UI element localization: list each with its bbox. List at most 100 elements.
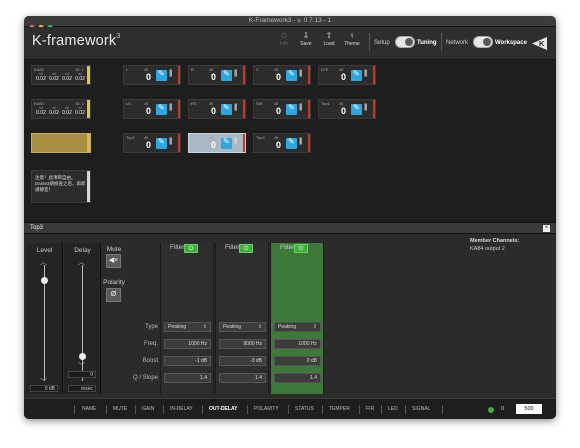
edit-icon[interactable] <box>286 137 297 149</box>
note-card[interactable]: 注意！此項目自由。Dante3請檢查之后，再新請靜室！ <box>31 170 91 203</box>
filter-q-field[interactable]: 1.4 <box>219 373 266 383</box>
member-channels-value: KA84 output 2 <box>470 246 505 252</box>
meter-icon: ||| <box>299 70 303 77</box>
tab-signal[interactable]: SIGNAL <box>412 406 430 412</box>
meter-icon: ||| <box>364 104 368 111</box>
tab-status[interactable]: STATUS <box>295 406 314 412</box>
save-button[interactable]: ⇩ Save <box>294 31 318 47</box>
tab-temper[interactable]: TEMPER <box>329 406 350 412</box>
setup-label: Setup <box>374 40 390 46</box>
power-icon[interactable]: ⏻ <box>184 244 198 253</box>
mute-icon[interactable]: ◀× <box>106 254 121 268</box>
edit-icon[interactable] <box>156 137 167 149</box>
note-text: 注意！此項目自由。Dante3請檢查之后，再新請靜室！ <box>35 175 86 192</box>
polarity-icon[interactable]: Ø <box>106 288 121 302</box>
channel-panel: Level ︿ ﹀ 0 dB Delay ︿ ﹀ 0 msec Mute ◀× … <box>24 233 556 398</box>
tab-mute[interactable]: MUTE <box>113 406 127 412</box>
edit-icon[interactable] <box>156 103 167 115</box>
row-label-q: Q / Slope <box>132 375 158 381</box>
tab-out-delay[interactable]: OUT-DELAY <box>209 406 237 412</box>
filter-type-select[interactable]: Peaking <box>164 322 211 332</box>
level-value[interactable]: 0 dB <box>30 385 58 392</box>
amplifier-card[interactable]: KA84 ID: 1 mI 0.02 mI 0.02 mI 0.02 mI 0.02 <box>31 65 91 85</box>
channel-tile[interactable]: RSdB0||| <box>188 99 246 119</box>
tab-in-delay[interactable]: IN-DELAY <box>170 406 193 412</box>
channel-tile[interactable]: LSdB0||| <box>123 99 181 119</box>
app-brand: K-framework3 <box>32 33 121 49</box>
edit-icon[interactable] <box>286 103 297 115</box>
channel-tile[interactable]: CdB0||| <box>253 65 311 85</box>
filter-type-select[interactable]: Peaking <box>274 322 321 332</box>
filter-band: Filter ⏻ Peaking 1000 Hz -1 dB 1.4 <box>160 243 214 394</box>
edit-icon[interactable] <box>351 69 362 81</box>
filter-boost-field[interactable]: 0 dB <box>274 356 321 366</box>
k-array-logo: K <box>532 37 547 50</box>
filter-type-select[interactable]: Peaking <box>219 322 266 332</box>
power-icon[interactable]: ⏻ <box>239 244 253 253</box>
meter-icon: ||| <box>234 138 238 145</box>
load-icon: ⇧ <box>325 31 333 40</box>
level-label: Level <box>36 247 53 254</box>
bulb-icon: ♀ <box>349 31 355 40</box>
filter-q-field[interactable]: 1.4 <box>164 373 211 383</box>
tab-polarity[interactable]: POLARITY <box>254 406 279 412</box>
panel-header: Top3 × <box>24 222 556 233</box>
chevron-down-icon[interactable]: ﹀ <box>78 361 85 371</box>
channel-tile[interactable]: LFEdB0||| <box>318 65 376 85</box>
channel-tile[interactable]: LdB0||| <box>123 65 181 85</box>
power-icon[interactable]: ⏻ <box>294 244 308 253</box>
workspace-label: Workspace <box>495 40 527 46</box>
meter-icon: ||| <box>364 70 368 77</box>
edit-icon[interactable] <box>221 103 232 115</box>
save-icon: ⇩ <box>302 31 310 40</box>
channel-tile[interactable]: Top2dB0||| <box>123 133 181 153</box>
amplifier-card-offline[interactable] <box>31 133 91 153</box>
app-window: K-Framework3 - v. 0.7.13 - 1 K-framework… <box>24 16 556 419</box>
filter-boost-field[interactable]: -3 dB <box>219 356 266 366</box>
ms-value-field[interactable]: 500 <box>516 404 542 414</box>
meter-icon: ||| <box>299 138 303 145</box>
filter-freq-field[interactable]: 9000 Hz <box>219 339 266 349</box>
toolbar-divider <box>369 33 370 51</box>
network-workspace-toggle[interactable] <box>473 36 493 48</box>
delay-value[interactable]: 0 <box>68 371 96 378</box>
tuning-label: Tuning <box>417 40 437 46</box>
window-title: K-Framework3 - v. 0.7.13 - 1 <box>248 17 332 24</box>
tab-led[interactable]: LED <box>388 406 398 412</box>
channel-tile[interactable]: RdB0||| <box>188 65 246 85</box>
filter-band-active: Filter ⏻ Peaking 1000 Hz 0 dB 1.4 <box>270 243 324 394</box>
tab-fir[interactable]: FIR <box>366 406 374 412</box>
theme-button[interactable]: ♀ Theme <box>340 31 364 47</box>
channel-tile-selected[interactable]: dB0||| <box>188 133 246 153</box>
load-button[interactable]: ⇧ Load <box>317 31 341 47</box>
edit-icon[interactable] <box>221 137 232 149</box>
meter-icon: ||| <box>234 70 238 77</box>
filter-freq-field[interactable]: 1000 Hz <box>274 339 321 349</box>
edit-icon[interactable] <box>156 69 167 81</box>
channel-tile[interactable]: Top4dB0||| <box>253 133 311 153</box>
toolbar-divider <box>441 33 442 51</box>
workspace-canvas: KA84 ID: 1 mI 0.02 mI 0.02 mI 0.02 mI 0.02 KA… <box>24 61 556 222</box>
setup-tuning-toggle[interactable] <box>395 36 415 48</box>
status-led-icon <box>488 407 494 413</box>
row-label-boost: Boost <box>142 358 158 364</box>
amplifier-card[interactable]: KA84 ID: 2 mI 0.02 mI 0.02 mI 0.02 mI 0.02 <box>31 99 91 119</box>
filter-boost-field[interactable]: -1 dB <box>164 356 211 366</box>
filter-freq-field[interactable]: 1000 Hz <box>164 339 211 349</box>
info-button[interactable]: ⊙ Info <box>272 31 296 47</box>
tab-name[interactable]: NAME <box>82 406 96 412</box>
channel-tile[interactable]: SWdB0||| <box>253 99 311 119</box>
edit-icon[interactable] <box>351 103 362 115</box>
tab-gain[interactable]: GAIN <box>142 406 154 412</box>
bottom-bar: NAME MUTE GAIN IN-DELAY OUT-DELAY POLARI… <box>24 398 556 419</box>
level-slider-thumb[interactable] <box>41 277 48 284</box>
filter-q-field[interactable]: 1.4 <box>274 373 321 383</box>
delay-fader: Delay ︿ ﹀ 0 msec <box>64 243 101 394</box>
meter-icon: ||| <box>169 104 173 111</box>
edit-icon[interactable] <box>221 69 232 81</box>
channel-tile[interactable]: Top1dB0||| <box>318 99 376 119</box>
close-panel-button[interactable]: × <box>543 225 550 232</box>
delay-unit-select[interactable]: msec <box>68 385 96 392</box>
edit-icon[interactable] <box>286 69 297 81</box>
delay-slider-thumb[interactable] <box>79 353 86 360</box>
